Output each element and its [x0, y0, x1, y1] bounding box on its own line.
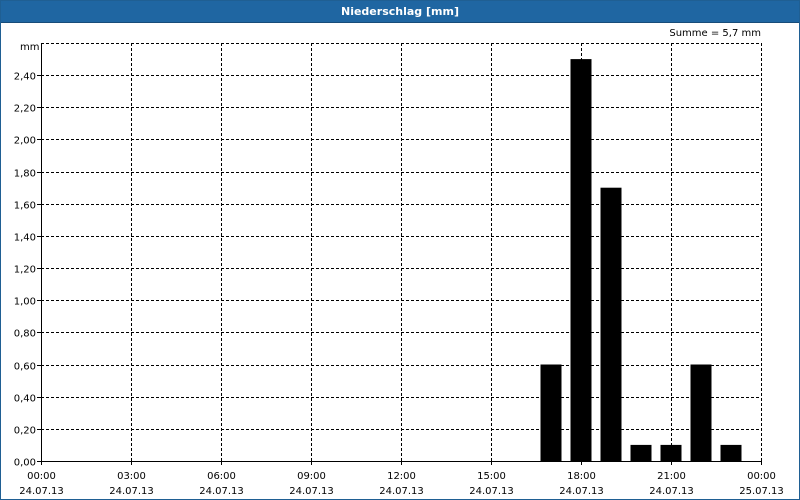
- x-tick-time: 06:00: [207, 471, 236, 482]
- y-tick-label: 0,40: [14, 394, 36, 405]
- x-tick-time: 12:00: [387, 471, 416, 482]
- bar-2000: [630, 444, 652, 461]
- y-tick-label: 0,60: [14, 362, 36, 373]
- y-tick-label: 0,80: [14, 329, 36, 340]
- x-tick-date: 24.07.13: [19, 486, 64, 497]
- y-tick-label: 0,20: [14, 426, 36, 437]
- bar-2200: [690, 364, 712, 461]
- y-tick-label: 1,20: [14, 265, 36, 276]
- x-tick-labels: 00:00 24.07.13 03:00 24.07.13 06:00 24.07.13 0…: [19, 471, 784, 497]
- precipitation-chart: 0,00 0,20 0,40 0,60 0,80 1,00 1,20 1,40 1,60 1,80…: [14, 28, 784, 497]
- x-tick-date: 24.07.13: [199, 486, 244, 497]
- x-tick-time: 00:00: [27, 471, 56, 482]
- bar-1900: [600, 187, 622, 461]
- bar-2300: [720, 444, 742, 461]
- y-tick-label: 2,20: [14, 104, 36, 115]
- sum-annotation: Summe = 5,7 mm: [669, 28, 761, 39]
- y-tick-label: 2,00: [14, 136, 36, 147]
- x-tick-date: 24.07.13: [649, 486, 694, 497]
- x-tick-time: 15:00: [477, 471, 506, 482]
- x-tick-date: 24.07.13: [109, 486, 154, 497]
- x-tick-date: 24.07.13: [559, 486, 604, 497]
- x-tick-time: 03:00: [117, 471, 146, 482]
- y-axis-label: mm: [20, 42, 39, 53]
- bar-1700: [540, 364, 562, 461]
- x-tick-date: 24.07.13: [379, 486, 424, 497]
- x-tick-time: 21:00: [657, 471, 686, 482]
- y-tick-label: 1,40: [14, 233, 36, 244]
- axes: [37, 43, 762, 465]
- y-tick-labels: 0,00 0,20 0,40 0,60 0,80 1,00 1,20 1,40 1,60 1,80…: [14, 72, 36, 469]
- x-tick-date: 24.07.13: [289, 486, 334, 497]
- x-tick-date: 25.07.13: [739, 486, 784, 497]
- x-tick-date: 24.07.13: [469, 486, 514, 497]
- bar-series: [540, 59, 742, 461]
- bar-1800: [570, 59, 592, 461]
- y-tick-label: 0,00: [14, 458, 36, 469]
- y-tick-label: 1,00: [14, 297, 36, 308]
- bar-2100: [660, 444, 682, 461]
- grid-lines: [41, 43, 762, 461]
- x-tick-time: 09:00: [297, 471, 326, 482]
- y-tick-label: 2,40: [14, 72, 36, 83]
- y-tick-label: 1,80: [14, 169, 36, 180]
- x-tick-time: 00:00: [747, 471, 776, 482]
- x-tick-time: 18:00: [567, 471, 596, 482]
- y-tick-label: 1,60: [14, 201, 36, 212]
